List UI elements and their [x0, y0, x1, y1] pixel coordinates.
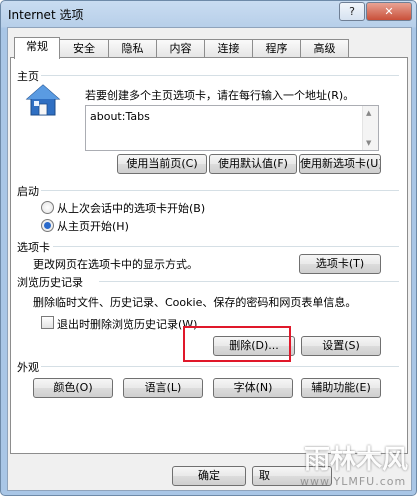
watermark-logo: 雨林木风 www.YLMFU.com	[294, 439, 412, 493]
group-divider	[99, 281, 399, 282]
tab-connections[interactable]: 连接	[204, 39, 253, 58]
homepage-instruction: 若要创建多个主页选项卡，请在每行输入一个地址(R)。	[85, 89, 355, 102]
dialog-window: Internet 选项 ? ✕ 常规 安全 隐私 内容 连接 程序 高级 主页 …	[0, 0, 417, 496]
startup-last-session-radio[interactable]	[41, 201, 54, 214]
fonts-button[interactable]: 字体(N)	[213, 378, 293, 398]
tab-security[interactable]: 安全	[59, 39, 109, 58]
group-divider	[41, 190, 399, 191]
homepage-textarea[interactable]: about:Tabs ▲ ▼	[85, 105, 379, 151]
scroll-down-icon[interactable]: ▼	[366, 139, 371, 147]
title-bar[interactable]: Internet 选项 ? ✕	[1, 1, 416, 27]
delete-on-exit-checkbox[interactable]	[41, 316, 54, 329]
history-group-label: 浏览历史记录	[17, 276, 83, 289]
general-panel: 主页 若要创建多个主页选项卡，请在每行输入一个地址(R)。 about:Tabs…	[10, 57, 408, 454]
tab-advanced[interactable]: 高级	[300, 39, 349, 58]
use-default-button[interactable]: 使用默认值(F)	[209, 154, 297, 174]
textarea-scrollbar[interactable]: ▲ ▼	[362, 106, 378, 150]
languages-button[interactable]: 语言(L)	[123, 378, 203, 398]
group-divider	[41, 75, 399, 76]
close-button[interactable]: ✕	[366, 2, 412, 21]
help-button[interactable]: ?	[339, 2, 365, 21]
accessibility-button[interactable]: 辅助功能(E)	[301, 378, 381, 398]
use-current-button[interactable]: 使用当前页(C)	[117, 154, 207, 174]
history-description: 删除临时文件、历史记录、Cookie、保存的密码和网页表单信息。	[33, 296, 357, 309]
startup-last-session-label[interactable]: 从上次会话中的选项卡开始(B)	[57, 200, 205, 216]
home-icon	[25, 84, 61, 116]
colors-button[interactable]: 颜色(O)	[33, 378, 113, 398]
delete-on-exit-label[interactable]: 退出时删除浏览历史记录(W)	[57, 316, 197, 332]
group-divider	[41, 366, 399, 367]
tabs-settings-button[interactable]: 选项卡(T)	[299, 254, 381, 274]
tab-programs[interactable]: 程序	[252, 39, 301, 58]
highlight-box	[183, 326, 291, 362]
watermark-url: www.YLMFU.com	[300, 475, 407, 488]
tab-general[interactable]: 常规	[14, 37, 60, 59]
tab-privacy[interactable]: 隐私	[108, 39, 157, 58]
history-settings-button[interactable]: 设置(S)	[301, 336, 381, 356]
group-divider	[53, 246, 399, 247]
dialog-client: 常规 安全 隐私 内容 连接 程序 高级 主页 若要创建多个主页选项卡，请在每行…	[7, 27, 412, 491]
tab-content[interactable]: 内容	[156, 39, 205, 58]
watermark-title: 雨林木风	[304, 445, 409, 475]
startup-home-radio[interactable]	[41, 219, 54, 232]
startup-group-label: 启动	[17, 185, 39, 198]
window-title: Internet 选项	[8, 8, 84, 22]
tabs-group-label: 选项卡	[17, 241, 50, 254]
ok-button[interactable]: 确定	[172, 466, 246, 486]
scroll-up-icon[interactable]: ▲	[366, 109, 371, 117]
appearance-group-label: 外观	[17, 361, 39, 374]
startup-home-label[interactable]: 从主页开始(H)	[57, 218, 129, 234]
use-new-tab-button[interactable]: 使用新选项卡(U)	[299, 154, 381, 174]
tabs-description: 更改网页在选项卡中的显示方式。	[33, 258, 198, 271]
homepage-value: about:Tabs	[90, 110, 150, 123]
